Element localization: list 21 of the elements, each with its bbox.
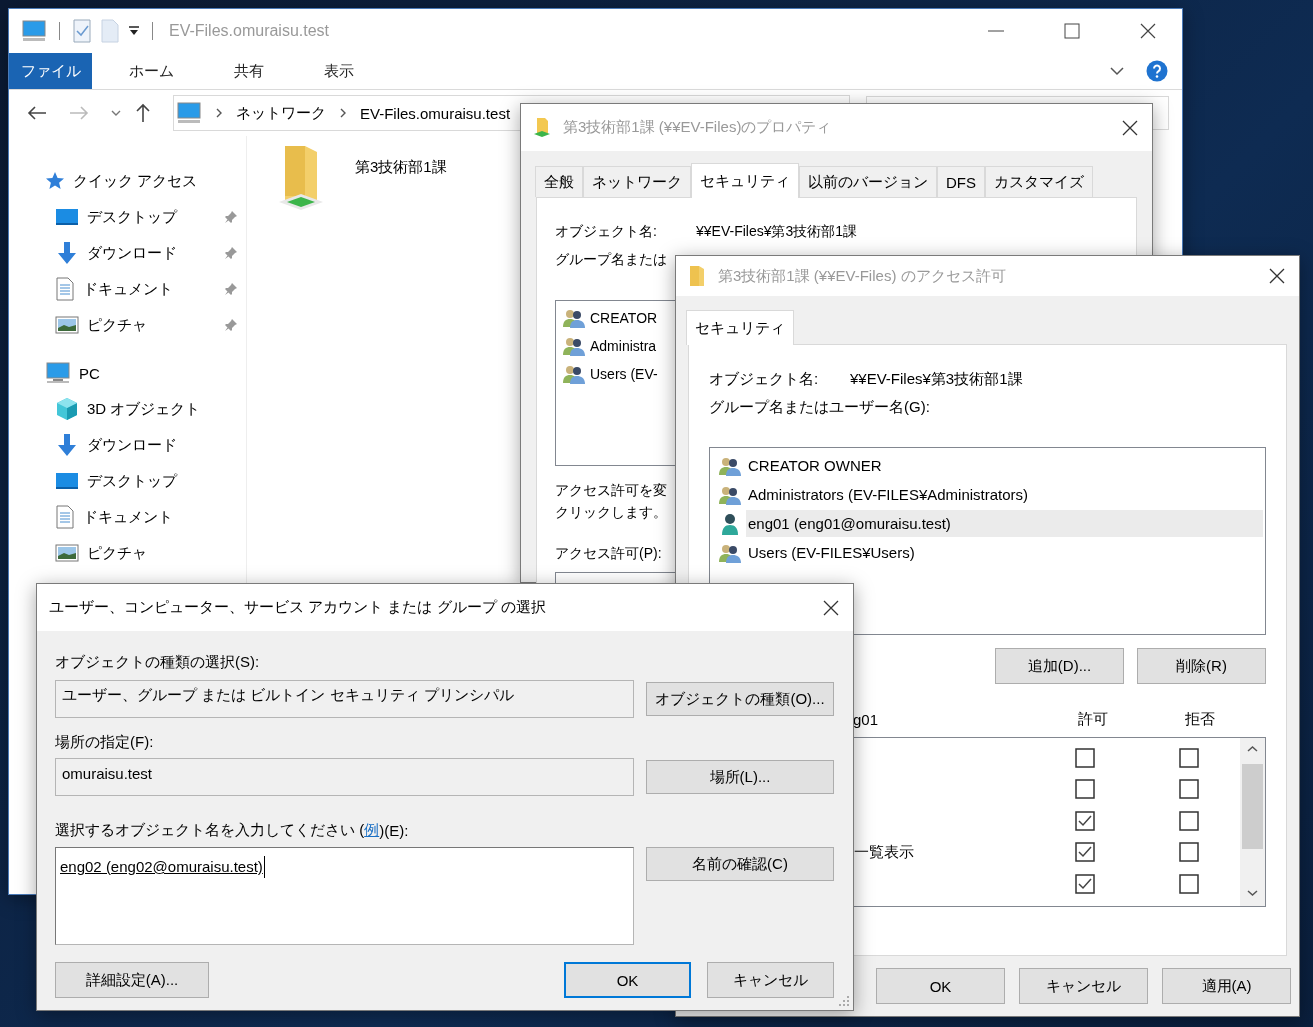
window-title: 第3技術部1課 (¥¥EV-Files) のアクセス許可 xyxy=(718,266,1006,286)
dialog-title: ユーザー、コンピューター、サービス アカウント または グループ の選択 xyxy=(49,598,546,617)
location-field: omuraisu.test xyxy=(55,758,634,796)
instruction-text: アクセス許可を変 xyxy=(555,481,667,500)
field-label: グループ名または xyxy=(555,251,667,269)
field-label: アクセス許可(P): xyxy=(555,544,662,563)
field-label: オブジェクト名: xyxy=(709,369,820,389)
permission-name: 一覧表示 xyxy=(854,842,914,860)
field-label: オブジェクトの種類の選択(S): xyxy=(55,651,261,672)
column-header: 許可 xyxy=(1076,709,1109,729)
instruction-text: クリックします。 xyxy=(555,503,667,522)
field-value: ¥¥EV-Files¥第3技術部1課 xyxy=(850,369,1023,389)
field-value: ¥¥EV-Files¥第3技術部1課 xyxy=(696,223,858,241)
field-label: オブジェクト名: xyxy=(555,223,658,241)
column-header: 拒否 xyxy=(1183,709,1216,729)
column-header: g01 xyxy=(852,710,880,728)
window-title: EV-Files.omuraisu.test xyxy=(169,22,330,40)
field-label: 場所の指定(F): xyxy=(55,731,155,752)
field-label: 選択するオブジェクト名を入力してください (例)(E): xyxy=(55,819,410,842)
field-label: グループ名またはユーザー名(G): xyxy=(709,397,930,417)
object-types-field: ユーザー、グループ または ビルトイン セキュリティ プリンシパル xyxy=(55,680,634,718)
